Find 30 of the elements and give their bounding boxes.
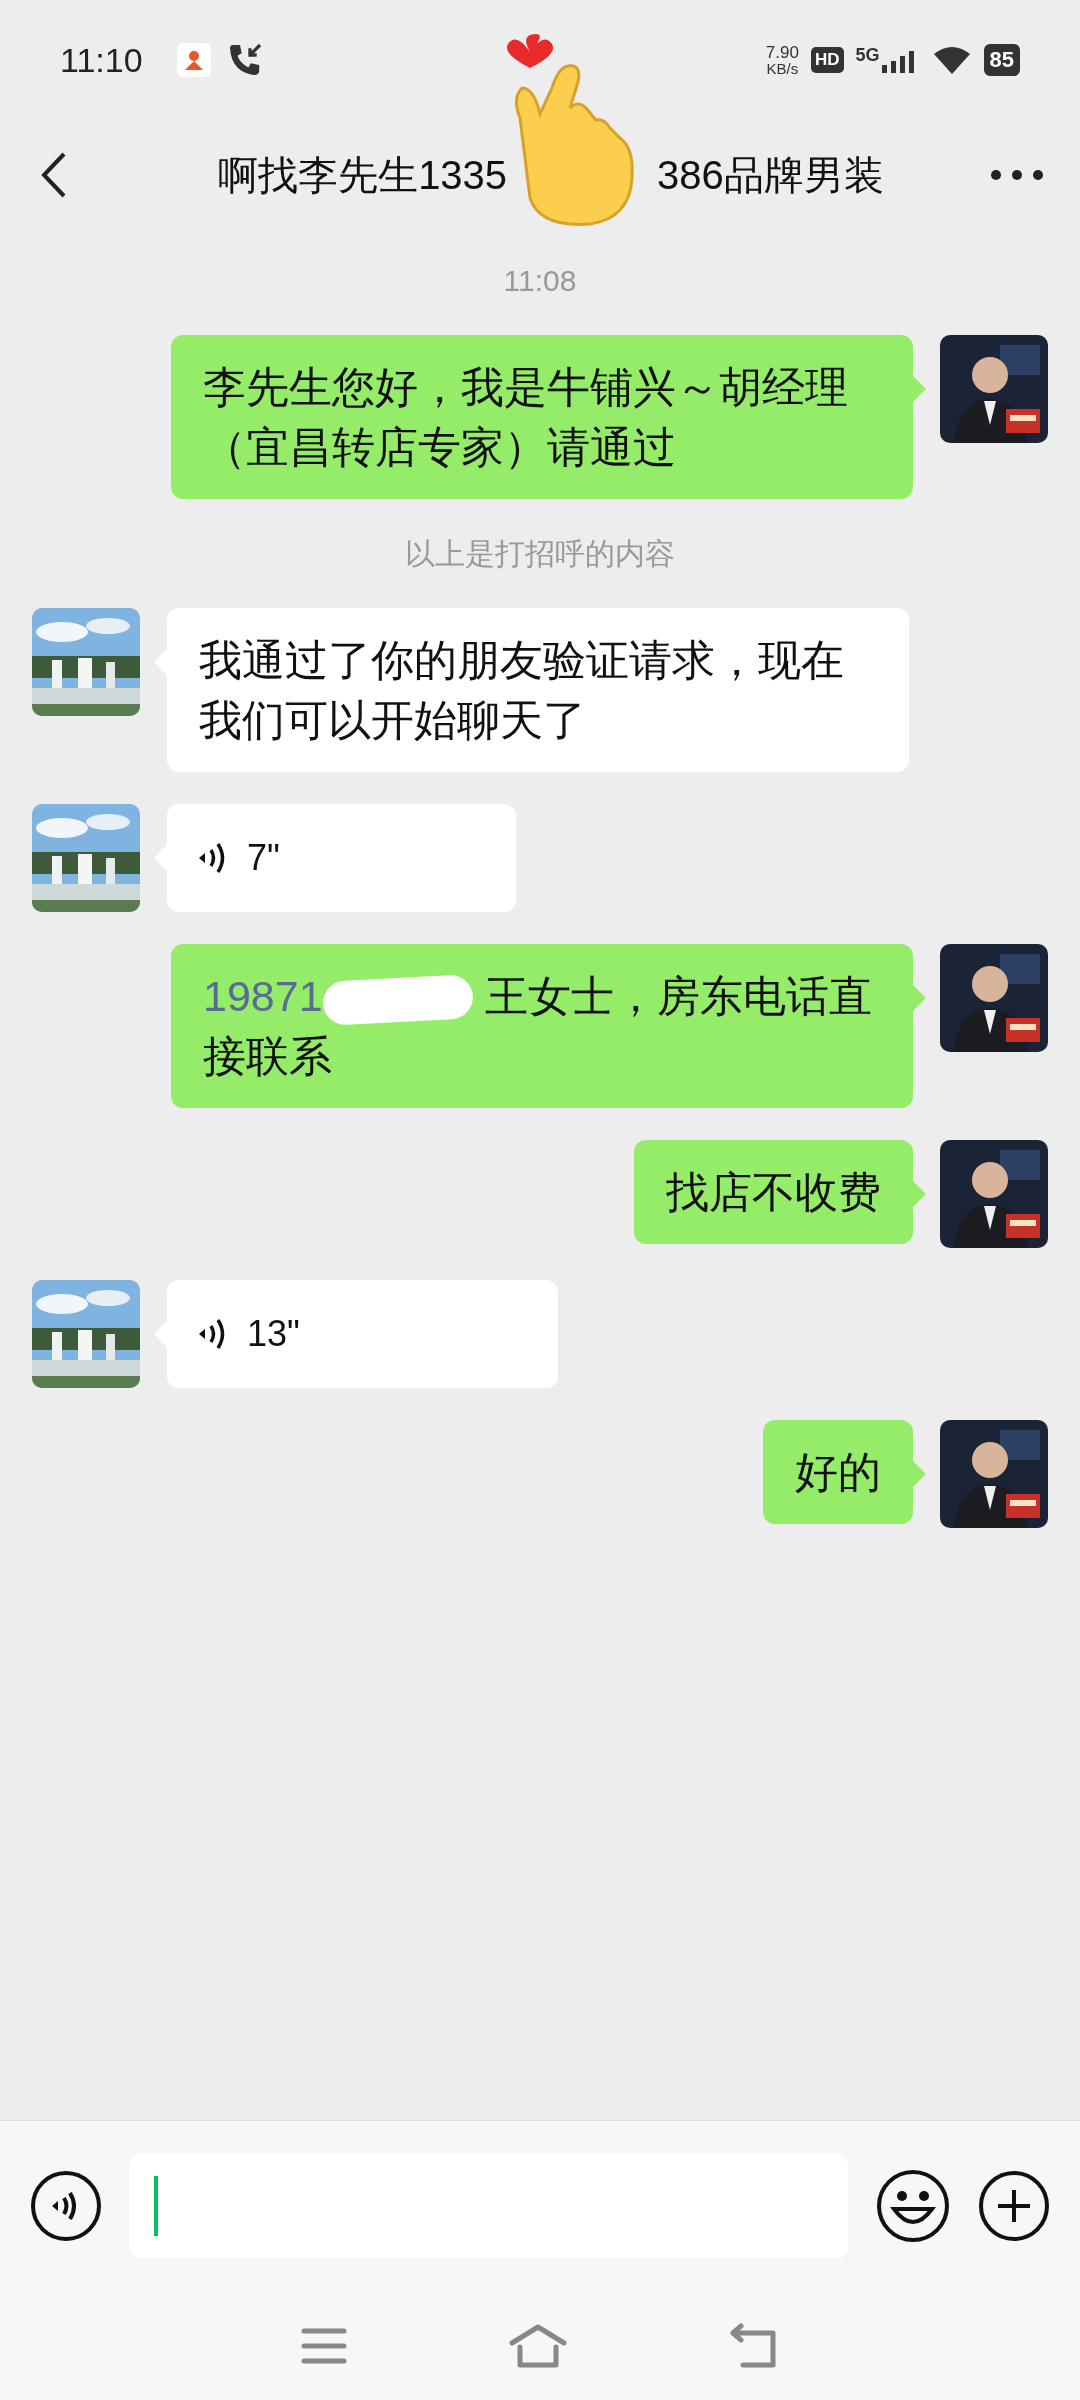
voice-message[interactable]: 7" xyxy=(167,804,516,912)
timestamp: 11:08 xyxy=(503,263,577,299)
menu-icon[interactable] xyxy=(301,2326,347,2365)
home-icon[interactable] xyxy=(509,2322,567,2369)
phone-link[interactable]: 19871 xyxy=(203,972,323,1020)
message-text: 19871 王女士，房东电话直接联系 xyxy=(203,972,872,1080)
battery-icon: 85 xyxy=(983,44,1020,76)
message-text: 找店不收费 xyxy=(666,1168,881,1216)
system-notice: 以上是打招呼的内容 xyxy=(405,536,675,572)
speed-unit: KB/s xyxy=(766,61,799,76)
add-icon[interactable] xyxy=(978,2170,1050,2242)
voice-input-icon[interactable] xyxy=(30,2170,102,2242)
voice-duration: 13" xyxy=(247,1312,300,1356)
message-text: 好的 xyxy=(795,1448,881,1496)
app-notification-icon xyxy=(176,43,211,77)
wifi-icon xyxy=(931,44,972,76)
chat-title: 啊找李先生1335 xyxy=(218,152,508,199)
network-type: 5G xyxy=(855,44,880,67)
network-speed: 7.90 xyxy=(765,44,799,61)
status-time: 11:10 xyxy=(60,39,143,81)
voice-duration: 7" xyxy=(247,836,280,880)
more-icon[interactable] xyxy=(990,169,1044,181)
message-text: 李先生您好，我是牛铺兴～胡经理（宜昌转店专家）请通过 xyxy=(203,363,848,471)
hd-badge: HD xyxy=(810,47,844,73)
message-input-field[interactable] xyxy=(130,2154,848,2258)
emoji-icon[interactable] xyxy=(876,2169,950,2243)
back-nav-icon[interactable] xyxy=(729,2322,779,2369)
voice-message[interactable]: 13" xyxy=(167,1280,558,1388)
message-text: 我通过了你的朋友验证请求，现在我们可以开始聊天了 xyxy=(199,636,844,744)
chat-title: 386品牌男装 xyxy=(657,152,884,199)
